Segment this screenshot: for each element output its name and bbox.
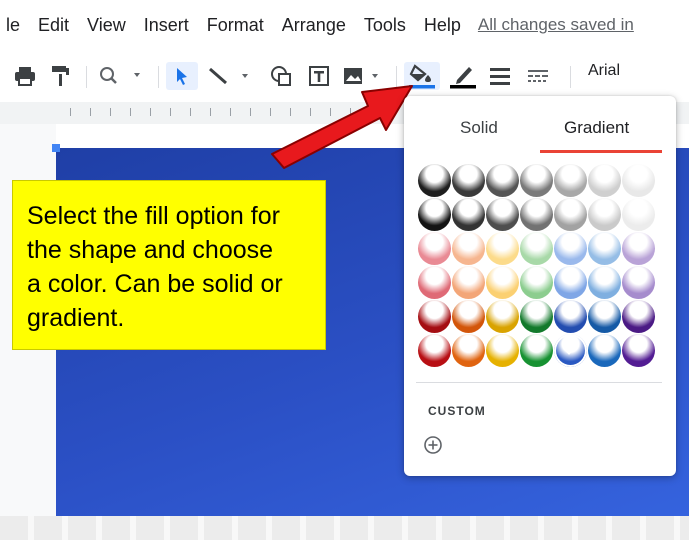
ruler-tick (130, 108, 131, 116)
gradient-swatch[interactable] (622, 334, 655, 367)
menu-item[interactable]: Arrange (273, 15, 355, 36)
callout-line: gradient. (27, 304, 125, 332)
check-icon (562, 341, 580, 360)
filmstrip-edge (0, 516, 689, 540)
gradient-swatch[interactable] (418, 266, 451, 299)
gradient-swatch[interactable] (554, 232, 587, 265)
menu-item[interactable]: le (0, 15, 29, 36)
menu-item[interactable]: Format (198, 15, 273, 36)
gradient-swatch[interactable] (520, 164, 553, 197)
gradient-swatch[interactable] (418, 198, 451, 231)
gradient-swatch[interactable] (418, 300, 451, 333)
toolbar-divider (86, 66, 87, 88)
ruler-tick (170, 108, 171, 116)
gradient-swatch[interactable] (520, 300, 553, 333)
border-dash-icon[interactable] (524, 62, 552, 90)
gradient-swatch[interactable] (554, 164, 587, 197)
gradient-swatch[interactable] (486, 198, 519, 231)
active-tab-indicator (540, 150, 662, 153)
border-color-icon[interactable] (448, 62, 478, 90)
print-icon[interactable] (12, 62, 38, 90)
paint-format-icon[interactable] (48, 62, 72, 90)
gradient-swatch[interactable] (486, 266, 519, 299)
instruction-callout: Select the fill option for the shape and… (12, 180, 326, 350)
gradient-swatch[interactable] (588, 334, 621, 367)
ruler-tick (90, 108, 91, 116)
gradient-swatch[interactable] (452, 300, 485, 333)
tab-gradient[interactable]: Gradient (564, 118, 629, 138)
gradient-swatch[interactable] (520, 198, 553, 231)
gradient-swatch[interactable] (452, 334, 485, 367)
gradient-swatch-grid (418, 164, 658, 374)
gradient-swatch[interactable] (520, 232, 553, 265)
gradient-swatch[interactable] (452, 232, 485, 265)
fill-type-tabs: Solid Gradient (404, 96, 676, 153)
callout-text: Select the fill option for the shape and… (27, 199, 311, 335)
gradient-swatch[interactable] (418, 164, 451, 197)
custom-section-label: CUSTOM (428, 404, 486, 418)
popup-divider (416, 382, 662, 383)
gradient-swatch[interactable] (486, 164, 519, 197)
gradient-swatch[interactable] (520, 266, 553, 299)
add-custom-color-icon[interactable] (422, 434, 444, 456)
callout-line: the shape and choose (27, 236, 274, 264)
select-icon[interactable] (166, 62, 198, 90)
toolbar-divider (158, 66, 159, 88)
gradient-swatch[interactable] (452, 198, 485, 231)
border-weight-icon[interactable] (486, 62, 514, 90)
callout-line: Select the fill option for (27, 202, 280, 230)
ruler-tick (110, 108, 111, 116)
gradient-swatch[interactable] (588, 232, 621, 265)
ruler-tick (210, 108, 211, 116)
menu-item[interactable]: Help (415, 15, 470, 36)
ruler-tick (150, 108, 151, 116)
gradient-swatch[interactable] (588, 198, 621, 231)
gradient-swatch[interactable] (622, 232, 655, 265)
fill-color-popup: Solid Gradient CUSTOM (404, 96, 676, 476)
ruler-tick (230, 108, 231, 116)
gradient-swatch[interactable] (622, 266, 655, 299)
gradient-swatch[interactable] (622, 198, 655, 231)
gradient-swatch[interactable] (588, 266, 621, 299)
gradient-swatch[interactable] (588, 164, 621, 197)
gradient-swatch[interactable] (622, 300, 655, 333)
gradient-swatch[interactable] (452, 266, 485, 299)
save-status-link[interactable]: All changes saved in (478, 15, 634, 35)
gradient-swatch[interactable] (554, 198, 587, 231)
tab-solid[interactable]: Solid (460, 118, 498, 138)
toolbar-divider (570, 66, 571, 88)
gradient-swatch[interactable] (486, 334, 519, 367)
menu-item[interactable]: Insert (135, 15, 198, 36)
line-icon[interactable] (206, 62, 256, 90)
callout-line: a color. Can be solid or (27, 270, 283, 298)
menu-bar: le Edit View Insert Format Arrange Tools Help Al… (0, 0, 689, 50)
menu-item[interactable]: View (78, 15, 135, 36)
gradient-swatch[interactable] (622, 164, 655, 197)
gradient-swatch[interactable] (418, 232, 451, 265)
ruler-tick (70, 108, 71, 116)
gradient-swatch[interactable] (588, 300, 621, 333)
gradient-swatch[interactable] (486, 300, 519, 333)
zoom-icon[interactable] (98, 62, 144, 90)
gradient-swatch[interactable] (486, 232, 519, 265)
ruler-tick (250, 108, 251, 116)
red-arrow-annotation (271, 85, 413, 169)
gradient-swatch[interactable] (452, 164, 485, 197)
gradient-swatch[interactable] (418, 334, 451, 367)
selection-handle[interactable] (52, 144, 60, 152)
menu-item[interactable]: Edit (29, 15, 78, 36)
gradient-swatch[interactable] (554, 266, 587, 299)
menu-item[interactable]: Tools (355, 15, 415, 36)
gradient-swatch[interactable] (554, 300, 587, 333)
font-family-select[interactable]: Arial (588, 62, 620, 80)
gradient-swatch[interactable] (554, 334, 587, 367)
ruler-tick (190, 108, 191, 116)
gradient-swatch[interactable] (520, 334, 553, 367)
